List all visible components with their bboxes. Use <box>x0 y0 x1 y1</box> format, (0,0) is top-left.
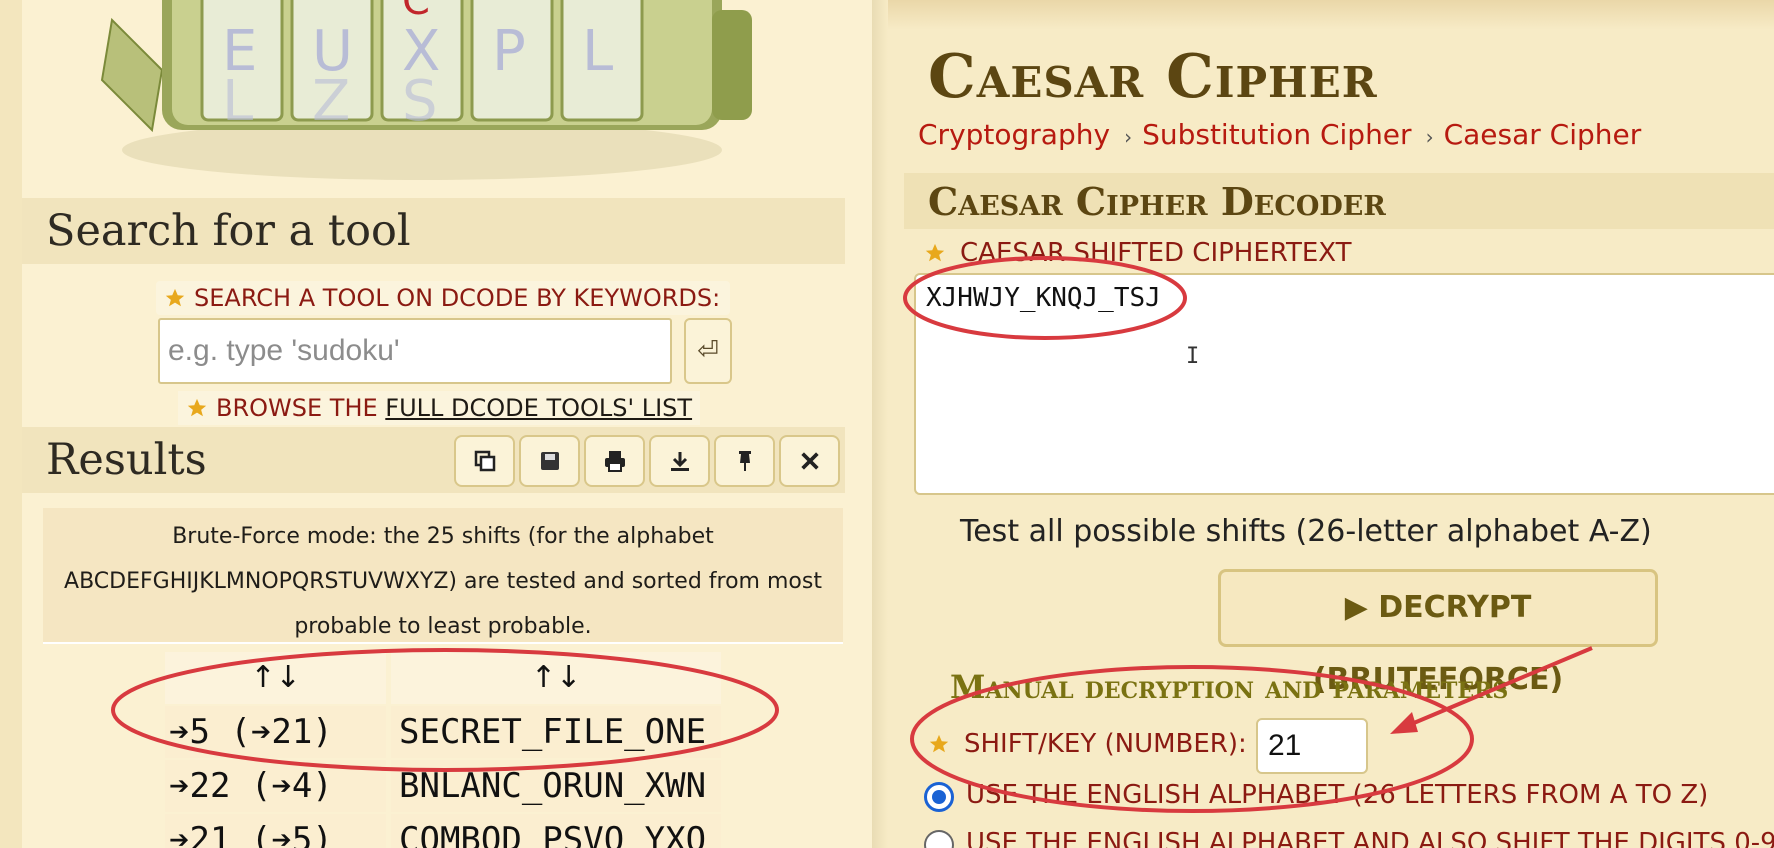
shift-digits-label[interactable]: USE THE ENGLISH ALPHABET AND ALSO SHIFT … <box>966 828 1774 848</box>
star-icon <box>929 734 949 753</box>
shift-key-input[interactable] <box>1256 718 1368 774</box>
decrypt-bruteforce-button[interactable]: ▶ DECRYPT (BRUTEFORCE) <box>1218 569 1658 697</box>
pin-icon <box>738 451 751 471</box>
pin-button[interactable] <box>714 435 775 487</box>
search-input[interactable] <box>158 318 672 384</box>
left-panel: E U X P L L Z S C Search for a tool SEAR… <box>0 0 872 848</box>
decoder-title: Caesar Cipher Decoder <box>928 179 1386 224</box>
download-icon <box>670 452 689 471</box>
bruteforce-note: Brute-Force mode: the 25 shifts (for the… <box>64 524 822 639</box>
plaintext-cell: COMBOD_PSVO_YXO <box>391 814 721 848</box>
star-icon <box>165 288 185 307</box>
search-title: Search for a tool <box>46 206 411 256</box>
text-cursor-icon: I <box>1186 344 1200 369</box>
search-section-header: Search for a tool <box>22 198 845 264</box>
decoder-section-header: Caesar Cipher Decoder <box>904 173 1774 229</box>
shift-cell: ➔21 (➔5) <box>165 814 386 848</box>
plaintext-cell: SECRET_FILE_ONE <box>391 706 721 758</box>
english-alphabet-label[interactable]: USE THE ENGLISH ALPHABET (26 LETTERS FRO… <box>966 780 1708 810</box>
search-submit-button[interactable]: ⏎ <box>684 318 732 384</box>
browse-tools-label: BROWSE THE FULL DCODE TOOLS' LIST <box>178 391 701 425</box>
close-icon <box>800 452 819 470</box>
print-button[interactable] <box>584 435 645 487</box>
close-results-button[interactable] <box>779 435 840 487</box>
shift-cell: ➔22 (➔4) <box>165 760 386 812</box>
left-edge-shade <box>0 0 22 848</box>
copy-icon <box>474 450 495 472</box>
browse-prefix: BROWSE THE <box>216 394 386 422</box>
shift-digits-radio[interactable] <box>924 830 954 848</box>
results-title: Results <box>46 435 207 485</box>
sort-column-2-button[interactable]: ↑↓ <box>391 652 721 704</box>
star-icon <box>925 243 945 262</box>
page-title: Caesar Cipher <box>928 42 1378 112</box>
save-button[interactable] <box>519 435 580 487</box>
table-row: ➔5 (➔21) SECRET_FILE_ONE <box>165 706 721 758</box>
svg-text:P: P <box>492 19 526 84</box>
table-header-row: ↑↓ ↑↓ <box>165 652 721 704</box>
plaintext-cell: BNLANC_ORUN_XWN <box>391 760 721 812</box>
keywords-label-text: SEARCH A TOOL ON DCODE BY KEYWORDS: <box>194 284 721 312</box>
table-row: ➔22 (➔4) BNLANC_ORUN_XWN <box>165 760 721 812</box>
bruteforce-note-box: Brute-Force mode: the 25 shifts (for the… <box>43 508 843 644</box>
ciphertext-label: CAESAR SHIFTED CIPHERTEXT <box>924 236 1352 270</box>
english-alphabet-radio[interactable] <box>924 782 954 812</box>
ciphertext-input[interactable] <box>914 273 1774 495</box>
shift-key-label: SHIFT/KEY (NUMBER): <box>928 727 1247 761</box>
svg-text:L: L <box>582 19 613 84</box>
cryptex-logo: E U X P L L Z S C <box>22 0 845 196</box>
sort-column-1-button[interactable]: ↑↓ <box>165 652 386 704</box>
results-section-header: Results <box>22 427 845 493</box>
download-button[interactable] <box>649 435 710 487</box>
breadcrumb-separator: › <box>1124 125 1133 149</box>
table-row: ➔21 (➔5) COMBOD_PSVO_YXO <box>165 814 721 848</box>
breadcrumb-substitution-cipher[interactable]: Substitution Cipher <box>1142 118 1412 151</box>
svg-text:C: C <box>402 0 430 24</box>
breadcrumb-separator: › <box>1425 125 1434 149</box>
keywords-label: SEARCH A TOOL ON DCODE BY KEYWORDS: <box>156 281 731 315</box>
svg-text:L: L <box>222 69 253 134</box>
copy-button[interactable] <box>454 435 515 487</box>
ciphertext-label-text: CAESAR SHIFTED CIPHERTEXT <box>960 238 1352 268</box>
breadcrumb-cryptography[interactable]: Cryptography <box>918 118 1110 151</box>
star-icon <box>187 398 207 417</box>
save-icon <box>540 452 559 470</box>
breadcrumb-caesar-cipher[interactable]: Caesar Cipher <box>1444 118 1642 151</box>
panel-shadow <box>872 0 888 848</box>
test-all-shifts-text: Test all possible shifts (26-letter alph… <box>960 514 1652 549</box>
shift-key-label-text: SHIFT/KEY (NUMBER): <box>964 729 1247 759</box>
shift-cell: ➔5 (➔21) <box>165 706 386 758</box>
parchment-decoration <box>872 0 1774 30</box>
right-panel: Caesar Cipher Cryptography › Substitution … <box>872 0 1774 848</box>
breadcrumb: Cryptography › Substitution Cipher › Caesar … <box>918 118 1641 151</box>
print-icon <box>604 451 625 472</box>
manual-decryption-title: Manual decryption and parameters <box>950 668 1509 706</box>
full-tools-list-link[interactable]: FULL DCODE TOOLS' LIST <box>385 394 692 422</box>
svg-text:S: S <box>402 69 438 134</box>
svg-text:Z: Z <box>312 69 350 134</box>
enter-icon: ⏎ <box>697 336 719 366</box>
